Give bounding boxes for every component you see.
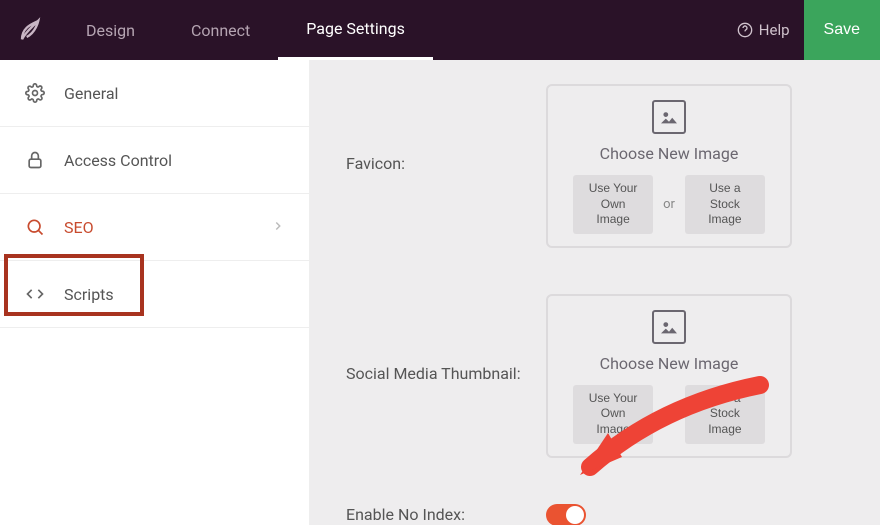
sidebar-item-label: Scripts xyxy=(64,285,114,304)
or-label: or xyxy=(663,197,675,212)
sidebar-item-label: General xyxy=(64,84,118,103)
nav-connect[interactable]: Connect xyxy=(163,0,278,60)
use-stock-image-button[interactable]: Use a Stock Image xyxy=(685,385,765,444)
noindex-label: Enable No Index: xyxy=(346,505,546,524)
sidebar-item-label: Access Control xyxy=(64,151,172,170)
sidebar-item-general[interactable]: General xyxy=(0,60,309,127)
choose-image-label: Choose New Image xyxy=(600,144,739,163)
search-icon xyxy=(24,216,46,238)
help-icon xyxy=(737,22,753,38)
image-buttons: Use Your Own Image or Use a Stock Image xyxy=(573,175,765,234)
sidebar-item-scripts[interactable]: Scripts xyxy=(0,261,309,328)
header-right: Help Save xyxy=(737,0,880,60)
image-icon xyxy=(652,310,686,344)
image-placeholder: Choose New Image Use Your Own Image or U… xyxy=(560,100,778,234)
social-thumbnail-row: Social Media Thumbnail: Choose New Image… xyxy=(346,294,844,458)
sidebar: General Access Control SEO Scripts xyxy=(0,60,310,525)
top-header: Design Connect Page Settings Help Save xyxy=(0,0,880,60)
favicon-image-picker: Choose New Image Use Your Own Image or U… xyxy=(546,84,792,248)
choose-image-label: Choose New Image xyxy=(600,354,739,373)
noindex-row: Enable No Index: xyxy=(346,504,844,525)
nav-design[interactable]: Design xyxy=(58,0,163,60)
image-placeholder: Choose New Image Use Your Own Image or U… xyxy=(560,310,778,444)
sidebar-item-seo[interactable]: SEO xyxy=(0,194,309,261)
top-nav: Design Connect Page Settings xyxy=(58,0,433,60)
content-panel: Favicon: Choose New Image Use Your Own I… xyxy=(310,60,880,525)
save-button[interactable]: Save xyxy=(804,0,880,60)
chevron-right-icon xyxy=(271,218,285,237)
image-icon xyxy=(652,100,686,134)
use-stock-image-button[interactable]: Use a Stock Image xyxy=(685,175,765,234)
noindex-toggle[interactable] xyxy=(546,504,586,525)
image-buttons: Use Your Own Image or Use a Stock Image xyxy=(573,385,765,444)
or-label: or xyxy=(663,407,675,422)
sidebar-item-access-control[interactable]: Access Control xyxy=(0,127,309,194)
favicon-row: Favicon: Choose New Image Use Your Own I… xyxy=(346,84,844,248)
code-icon xyxy=(24,283,46,305)
use-own-image-button[interactable]: Use Your Own Image xyxy=(573,385,653,444)
help-link[interactable]: Help xyxy=(737,21,790,39)
use-own-image-button[interactable]: Use Your Own Image xyxy=(573,175,653,234)
nav-page-settings[interactable]: Page Settings xyxy=(278,0,433,60)
sidebar-item-label: SEO xyxy=(64,218,94,237)
lock-icon xyxy=(24,149,46,171)
body-wrap: General Access Control SEO Scripts xyxy=(0,60,880,525)
gear-icon xyxy=(24,82,46,104)
social-thumbnail-label: Social Media Thumbnail: xyxy=(346,294,546,383)
favicon-label: Favicon: xyxy=(346,84,546,173)
logo-icon xyxy=(0,0,58,60)
help-label: Help xyxy=(759,21,790,39)
social-image-picker: Choose New Image Use Your Own Image or U… xyxy=(546,294,792,458)
